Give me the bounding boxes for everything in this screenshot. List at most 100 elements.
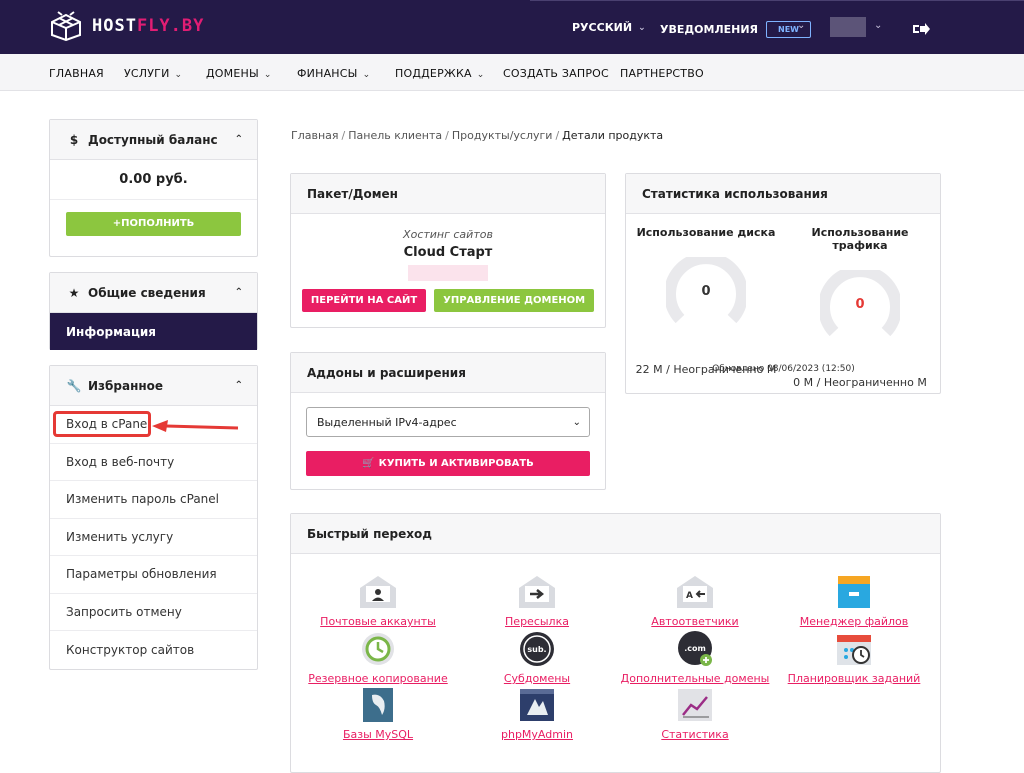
quick-link-email-accounts[interactable]: Почтовые аккаунты xyxy=(298,574,458,628)
package-domain-redacted xyxy=(408,265,488,281)
sidebar-item-change-cpanel-password[interactable]: Изменить пароль cPanel xyxy=(50,481,257,519)
sidebar-item-information[interactable]: Информация xyxy=(50,313,257,350)
quick-link-label: Статистика xyxy=(661,728,729,741)
quick-link-phpmyadmin[interactable]: phpMyAdmin xyxy=(457,687,617,741)
nav-support[interactable]: ПОДДЕРЖКА ⌄ xyxy=(395,67,484,80)
brand-name: HOSTFLY.BY xyxy=(92,16,205,36)
sidebar-item-site-builder[interactable]: Конструктор сайтов xyxy=(50,631,257,669)
language-selector[interactable]: РУССКИЙ ⌄ xyxy=(572,21,646,34)
favorites-title: Избранное xyxy=(88,378,164,393)
stats-updated-timestamp: Обновлено 08/06/2023 (12:50) xyxy=(712,364,855,374)
sidebar-item-request-cancel[interactable]: Запросить отмену xyxy=(50,594,257,631)
quick-link-label: Автоответчики xyxy=(651,615,739,628)
buy-activate-button[interactable]: 🛒 КУПИТЬ И АКТИВИРОВАТЬ xyxy=(306,451,590,476)
sidebar-item-label: Вход в веб-почту xyxy=(66,454,175,469)
quick-link-statistics[interactable]: Статистика xyxy=(615,687,775,741)
svg-text:.com: .com xyxy=(684,644,706,653)
cron-icon xyxy=(837,635,871,665)
quick-link-label: Субдомены xyxy=(503,672,571,685)
nav-finances[interactable]: ФИНАНСЫ ⌄ xyxy=(297,67,370,80)
logout-icon[interactable] xyxy=(912,22,930,36)
quick-link-backup[interactable]: Резервное копирование xyxy=(298,631,458,685)
annotation-arrow-icon xyxy=(152,420,239,432)
nav-domains[interactable]: ДОМЕНЫ ⌄ xyxy=(206,67,272,80)
nav-services[interactable]: УСЛУГИ ⌄ xyxy=(124,67,182,80)
usage-stats-title: Статистика использования xyxy=(626,174,940,214)
svg-text:A: A xyxy=(686,591,693,601)
backup-icon xyxy=(362,633,394,665)
balance-panel: $ Доступный баланс ⌃ 0.00 руб. +ПОПОЛНИТ… xyxy=(49,119,258,257)
top-up-label: ПОПОЛНИТЬ xyxy=(121,218,195,229)
chevron-up-icon[interactable]: ⌃ xyxy=(235,287,243,298)
breadcrumb-home[interactable]: Главная xyxy=(291,129,339,142)
disk-usage-title: Использование диска xyxy=(636,226,776,239)
quick-link-forwarders[interactable]: Пересылка xyxy=(457,574,617,628)
mail-account-icon xyxy=(360,576,396,608)
brand-logo-icon xyxy=(51,11,81,41)
quick-link-label: Менеджер файлов xyxy=(799,615,909,628)
balance-panel-header[interactable]: $ Доступный баланс ⌃ xyxy=(50,120,257,160)
disk-usage-gauge: 0 xyxy=(664,252,748,337)
traffic-usage-gauge: 0 xyxy=(818,265,902,350)
chevron-down-icon: ⌄ xyxy=(476,70,485,80)
user-avatar[interactable] xyxy=(830,17,866,37)
package-subtitle: Хостинг сайтов xyxy=(403,228,493,241)
notifications-menu[interactable]: УВЕДОМЛЕНИЯ NEW xyxy=(660,21,811,38)
sidebar-item-webmail-login[interactable]: Вход в веб-почту xyxy=(50,444,257,481)
addons-card-title: Аддоны и расширения xyxy=(291,353,605,393)
quick-link-addon-domains[interactable]: .com Дополнительные домены xyxy=(615,631,775,685)
breadcrumb-client-area[interactable]: Панель клиента xyxy=(348,129,442,142)
balance-value: 0.00 руб. xyxy=(119,172,188,187)
quick-link-subdomains[interactable]: sub. Субдомены xyxy=(457,631,617,685)
nav-partnership[interactable]: ПАРТНЕРСТВО xyxy=(620,67,704,80)
subdomain-icon: sub. xyxy=(520,632,554,666)
quick-link-label: Планировщик заданий xyxy=(787,672,921,685)
wrench-icon: 🔧 xyxy=(66,378,82,393)
manage-domain-button[interactable]: УПРАВЛЕНИЕ ДОМЕНОМ xyxy=(434,289,595,312)
sidebar-item-label: Параметры обновления xyxy=(66,567,217,582)
quick-link-label: phpMyAdmin xyxy=(501,728,573,741)
phpmyadmin-icon xyxy=(520,689,554,721)
quick-link-mysql[interactable]: Базы MySQL xyxy=(298,687,458,741)
breadcrumb-products[interactable]: Продукты/услуги xyxy=(452,129,553,142)
quick-link-file-manager[interactable]: Менеджер файлов xyxy=(774,574,934,628)
visit-site-button[interactable]: ПЕРЕЙТИ НА САЙТ xyxy=(301,289,427,312)
quick-link-label: Пересылка xyxy=(505,615,569,628)
addons-card: Аддоны и расширения Выделенный IPv4-адре… xyxy=(290,352,606,490)
language-label: РУССКИЙ xyxy=(572,21,633,34)
quick-link-cron-jobs[interactable]: Планировщик заданий xyxy=(774,631,934,685)
nav-create-ticket[interactable]: СОЗДАТЬ ЗАПРОС xyxy=(503,67,609,80)
chevron-up-icon[interactable]: ⌃ xyxy=(235,134,243,145)
brand-logo[interactable]: HOSTFLY.BY xyxy=(48,11,204,41)
quick-link-label: Почтовые аккаунты xyxy=(320,615,436,628)
quick-links-title: Быстрый переход xyxy=(291,514,940,554)
traffic-usage-value: 0 xyxy=(855,297,865,312)
addon-select[interactable]: Выделенный IPv4-адрес ⌄ xyxy=(306,407,590,437)
package-card-title: Пакет/Домен xyxy=(291,174,605,214)
chevron-down-icon: ⌄ xyxy=(174,70,183,80)
chevron-down-icon: ⌄ xyxy=(572,416,581,428)
autoresponder-icon: A xyxy=(677,576,713,608)
top-up-button[interactable]: +ПОПОЛНИТЬ xyxy=(66,212,241,236)
main-nav: ГЛАВНАЯ УСЛУГИ ⌄ ДОМЕНЫ ⌄ ФИНАНСЫ ⌄ ПОДДЕРЖ… xyxy=(0,54,1024,91)
quick-links-card: Быстрый переход Почтовые аккаунты Пересы… xyxy=(290,513,941,773)
addon-select-value: Выделенный IPv4-адрес xyxy=(317,415,457,429)
nav-home[interactable]: ГЛАВНАЯ xyxy=(49,67,104,80)
overview-panel-header[interactable]: ★ Общие сведения ⌃ xyxy=(50,273,257,313)
sidebar-item-label: Запросить отмену xyxy=(66,604,182,619)
dollar-icon: $ xyxy=(69,132,79,147)
chevron-down-icon[interactable]: ⌄ xyxy=(797,20,805,31)
favorites-panel-header[interactable]: 🔧 Избранное ⌃ xyxy=(50,366,257,406)
top-bar: HOSTFLY.BY РУССКИЙ ⌄ УВЕДОМЛЕНИЯ NEW ⌄ ⌄ xyxy=(0,0,1024,54)
chevron-down-icon: ⌄ xyxy=(362,70,371,80)
disk-usage: Использование диска 0 22 M / Неограничен… xyxy=(631,226,781,376)
quick-link-label: Базы MySQL xyxy=(342,728,414,741)
addon-domain-icon: .com xyxy=(678,631,712,666)
sidebar-item-upgrade-options[interactable]: Параметры обновления xyxy=(50,556,257,594)
chevron-down-icon[interactable]: ⌄ xyxy=(874,20,882,31)
quick-link-autoresponders[interactable]: A Автоответчики xyxy=(615,574,775,628)
star-icon: ★ xyxy=(68,285,80,300)
traffic-usage-title: Использование трафика xyxy=(811,226,909,252)
sidebar-item-change-service[interactable]: Изменить услугу xyxy=(50,519,257,556)
chevron-up-icon[interactable]: ⌃ xyxy=(235,380,243,391)
